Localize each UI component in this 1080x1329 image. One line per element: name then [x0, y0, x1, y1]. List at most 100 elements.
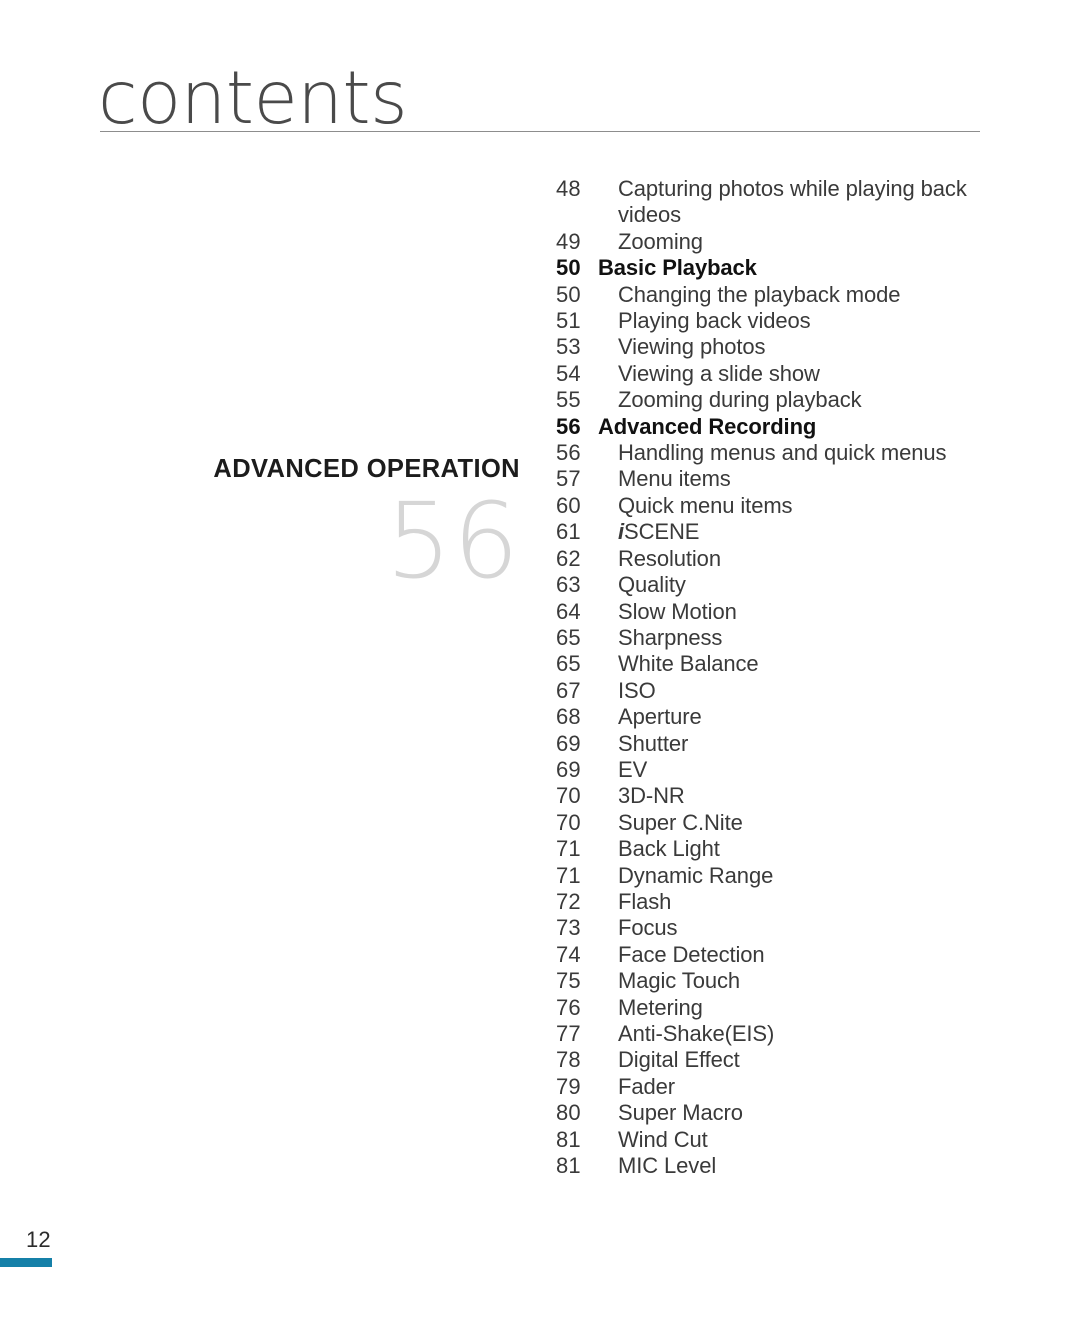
toc-heading-row[interactable]: 50 Basic Playback	[556, 255, 1026, 281]
toc-row[interactable]: 81 Wind Cut	[556, 1127, 1026, 1153]
toc-page-number: 71	[556, 862, 581, 888]
toc-entry-label: Super Macro	[618, 1100, 743, 1126]
toc-row[interactable]: 75 Magic Touch	[556, 968, 1026, 994]
toc-page-number: 56	[556, 440, 581, 466]
toc-row[interactable]: 71 Back Light	[556, 836, 1026, 862]
toc-row[interactable]: 49 Zooming	[556, 229, 1026, 255]
toc-page-number: 72	[556, 888, 581, 914]
toc-entry-label: Face Detection	[618, 941, 765, 967]
toc-entry-label: Wind Cut	[618, 1126, 708, 1152]
footer-accent-bar	[0, 1258, 52, 1267]
page-title: contents	[98, 54, 408, 141]
toc-row[interactable]: 64 Slow Motion	[556, 599, 1026, 625]
toc-row[interactable]: 78 Digital Effect	[556, 1047, 1026, 1073]
toc-row[interactable]: 48 Capturing photos while playing back vi…	[556, 176, 1026, 229]
toc-page-number: 63	[556, 572, 581, 598]
toc-page-number: 69	[556, 730, 581, 756]
toc-page-number: 49	[556, 228, 581, 254]
toc-entry-label: Slow Motion	[618, 598, 737, 624]
toc-entry-label: Quick menu items	[618, 492, 793, 518]
toc-entry-label: Super C.Nite	[618, 809, 743, 835]
toc-row[interactable]: 72 Flash	[556, 889, 1026, 915]
toc-entry-label: Resolution	[618, 545, 721, 571]
toc-row[interactable]: 54 Viewing a slide show	[556, 361, 1026, 387]
toc-entry-label: Metering	[618, 994, 703, 1020]
section-big-number: 56	[385, 480, 520, 603]
toc-entry-label: 3D-NR	[618, 783, 685, 809]
toc-page-number: 51	[556, 308, 581, 334]
toc-row[interactable]: 63 Quality	[556, 572, 1026, 598]
toc-page-number: 80	[556, 1100, 581, 1126]
toc-entry-label: Focus	[618, 915, 678, 941]
toc-row[interactable]: 65 Sharpness	[556, 625, 1026, 651]
toc-entry-label: Flash	[618, 888, 672, 914]
toc-row[interactable]: 76 Metering	[556, 995, 1026, 1021]
toc-row[interactable]: 80 Super Macro	[556, 1100, 1026, 1126]
toc-row[interactable]: 79 Fader	[556, 1074, 1026, 1100]
toc-entry-label: Advanced Recording	[598, 413, 817, 439]
toc-page-number: 68	[556, 704, 581, 730]
toc-entry-label: Fader	[618, 1073, 675, 1099]
toc-page-number: 54	[556, 360, 581, 386]
toc-row[interactable]: 77 Anti-Shake(EIS)	[556, 1021, 1026, 1047]
toc-page-number: 55	[556, 387, 581, 413]
toc-page-number: 81	[556, 1126, 581, 1152]
toc-row[interactable]: 60 Quick menu items	[556, 493, 1026, 519]
toc-page-number: 70	[556, 783, 581, 809]
toc-entry-label: Aperture	[618, 704, 702, 730]
toc-row[interactable]: 53 Viewing photos	[556, 334, 1026, 360]
toc-row[interactable]: 70 3D-NR	[556, 783, 1026, 809]
toc-row[interactable]: 61 iSCENE	[556, 519, 1026, 545]
toc-row[interactable]: 57 Menu items	[556, 466, 1026, 492]
header-divider	[100, 131, 980, 132]
toc-row[interactable]: 73 Focus	[556, 915, 1026, 941]
toc-page-number: 67	[556, 677, 581, 703]
toc-entry-label: EV	[618, 756, 648, 782]
toc-row[interactable]: 68 Aperture	[556, 704, 1026, 730]
toc-row[interactable]: 69 EV	[556, 757, 1026, 783]
toc-entry-label: Playing back videos	[618, 308, 811, 334]
toc-entry-label: Viewing photos	[618, 334, 766, 360]
toc-page-number: 81	[556, 1153, 581, 1179]
toc-page-number: 71	[556, 836, 581, 862]
toc-row[interactable]: 51 Playing back videos	[556, 308, 1026, 334]
page-header: contents	[0, 0, 1080, 140]
toc-entry-label: Digital Effect	[618, 1047, 740, 1073]
toc-row[interactable]: 67 ISO	[556, 678, 1026, 704]
toc-row[interactable]: 69 Shutter	[556, 731, 1026, 757]
toc-entry-label: Basic Playback	[598, 255, 757, 281]
toc-row[interactable]: 74 Face Detection	[556, 942, 1026, 968]
toc-entry-label: Anti-Shake(EIS)	[618, 1021, 775, 1046]
contents-page: contents ADVANCED OPERATION 56 48 Capturi…	[0, 0, 1080, 1329]
toc-row[interactable]: 81 MIC Level	[556, 1153, 1026, 1179]
toc-page-number: 53	[556, 334, 581, 360]
toc-row[interactable]: 56 Handling menus and quick menus	[556, 440, 1026, 466]
toc-entry-label: Zooming	[618, 228, 703, 254]
toc-row[interactable]: 65 White Balance	[556, 651, 1026, 677]
toc-page-number: 64	[556, 598, 581, 624]
toc-entry-label: Shutter	[618, 730, 689, 756]
toc-entry-label: Magic Touch	[618, 968, 741, 994]
toc-entry-label: Quality	[618, 572, 686, 598]
toc-page-number: 57	[556, 466, 581, 492]
toc-entry-label: Menu items	[618, 466, 731, 492]
toc-entry-label: White Balance	[618, 651, 759, 677]
toc-row[interactable]: 50 Changing the playback mode	[556, 282, 1026, 308]
toc-row[interactable]: 55 Zooming during playback	[556, 387, 1026, 413]
toc-page-number: 78	[556, 1047, 581, 1073]
toc-page-number: 73	[556, 915, 581, 941]
toc-entry-label: Sharpness	[618, 624, 723, 650]
toc-entry-label: Handling menus and quick menus	[618, 440, 947, 466]
toc-entry-label: Viewing a slide show	[618, 360, 820, 386]
toc-page-number: 79	[556, 1073, 581, 1099]
toc-page-number: 61	[556, 519, 581, 545]
toc-row[interactable]: 70 Super C.Nite	[556, 810, 1026, 836]
toc-entry-label: Zooming during playback	[618, 387, 862, 413]
section-block: ADVANCED OPERATION 56	[120, 455, 520, 593]
toc-entry-label: Dynamic Range	[618, 862, 774, 888]
toc-row[interactable]: 71 Dynamic Range	[556, 863, 1026, 889]
section-title: ADVANCED OPERATION	[213, 455, 520, 483]
toc-page-number: 69	[556, 756, 581, 782]
toc-row[interactable]: 62 Resolution	[556, 546, 1026, 572]
toc-heading-row[interactable]: 56 Advanced Recording	[556, 414, 1026, 440]
